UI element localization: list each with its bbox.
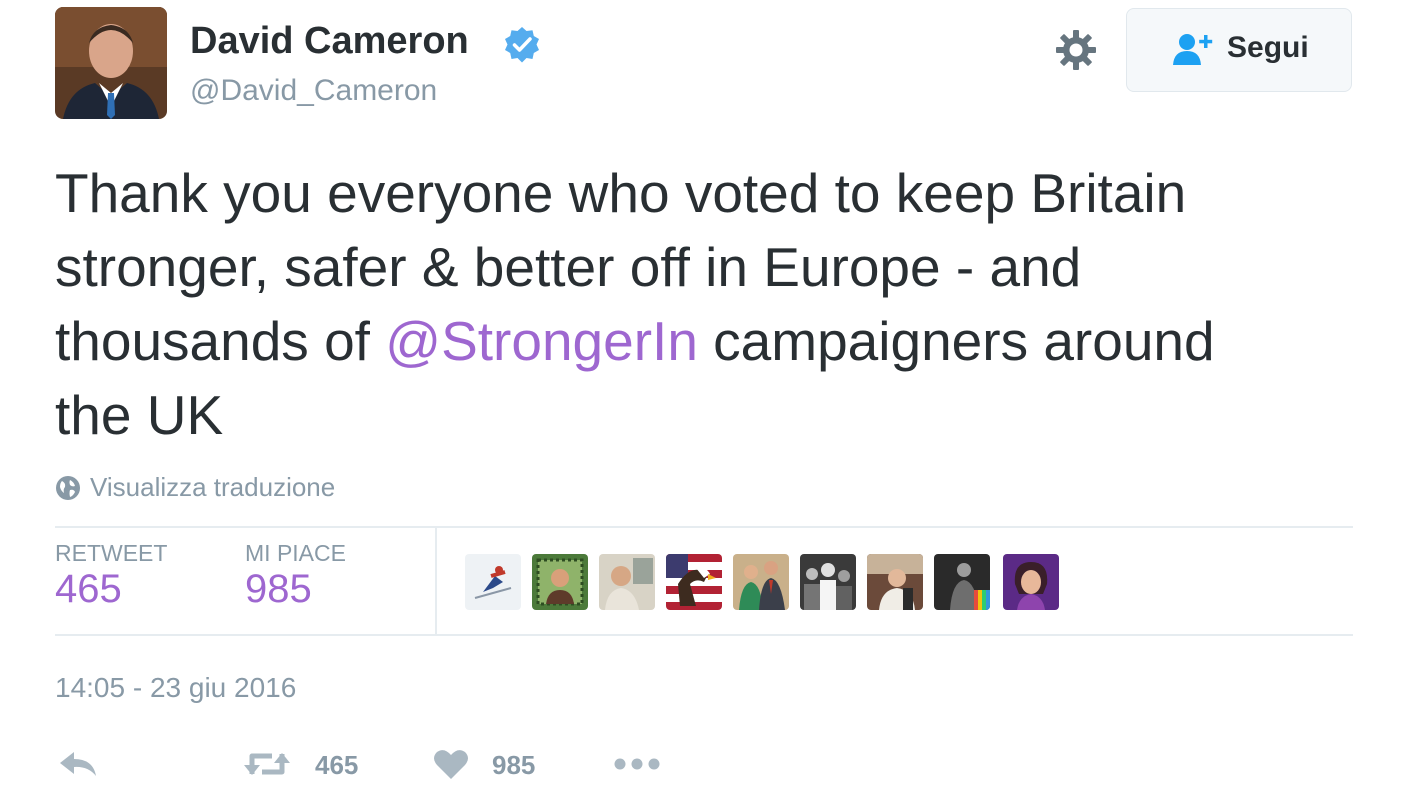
- tweet-line-2: stronger, safer & better off in Europe -…: [55, 236, 1082, 298]
- eagle-flag-avatar[interactable]: [666, 554, 722, 610]
- tweet-line-3-pre: thousands of: [55, 310, 386, 372]
- tweet-line-1: Thank you everyone who voted to keep Bri…: [55, 162, 1187, 224]
- tweet-line-3: thousands of @StrongerIn campaigners aro…: [55, 304, 1375, 378]
- retweet-icon: [244, 748, 290, 785]
- translate-label: Visualizza traduzione: [90, 472, 336, 502]
- likes-value: 985: [245, 567, 312, 611]
- retweet-count: 465: [315, 750, 359, 780]
- portrait-avatar[interactable]: [867, 554, 923, 610]
- stats-divider: [435, 528, 437, 634]
- stage-avatar[interactable]: [934, 554, 990, 610]
- crowd-bw-avatar[interactable]: [800, 554, 856, 610]
- more-button[interactable]: [612, 756, 662, 777]
- tweet-text: Thank you everyone who voted to keep Bri…: [55, 156, 1375, 452]
- skier-avatar[interactable]: [465, 554, 521, 610]
- purple-woman-avatar[interactable]: [1003, 554, 1059, 610]
- retweets-label: RETWEET: [55, 540, 168, 566]
- divider: [55, 634, 1353, 636]
- likes-stat[interactable]: MI PIACE 985: [245, 540, 346, 612]
- reply-button[interactable]: [58, 748, 98, 785]
- globe-icon: [55, 475, 81, 501]
- follow-label: Segui: [1227, 31, 1309, 64]
- timestamp[interactable]: 14:05 - 23 giu 2016: [55, 672, 296, 704]
- like-count: 985: [492, 750, 536, 780]
- profile-name[interactable]: David Cameron: [190, 20, 469, 63]
- retweets-value: 465: [55, 567, 122, 611]
- retweet-button[interactable]: 465: [244, 748, 374, 782]
- like-button[interactable]: 985: [433, 748, 553, 782]
- more-icon: [612, 758, 662, 776]
- tweet-line-4: the UK: [55, 384, 224, 446]
- profile-handle[interactable]: @David_Cameron: [190, 74, 437, 108]
- likes-label: MI PIACE: [245, 540, 346, 566]
- mention-link[interactable]: @StrongerIn: [385, 310, 698, 372]
- retweets-stat[interactable]: RETWEET 465: [55, 540, 167, 612]
- man-avatar[interactable]: [599, 554, 655, 610]
- add-user-icon: [1171, 31, 1215, 69]
- framed-portrait-avatar[interactable]: [532, 554, 588, 610]
- divider: [55, 526, 1353, 528]
- verified-badge-icon: [502, 25, 542, 65]
- gear-icon[interactable]: [1052, 26, 1100, 74]
- avatar[interactable]: [55, 7, 167, 119]
- reply-icon: [58, 752, 98, 784]
- follow-button[interactable]: Segui: [1126, 8, 1352, 92]
- tweet-line-3-post: campaigners around: [697, 310, 1215, 372]
- couple-avatar[interactable]: [733, 554, 789, 610]
- heart-icon: [433, 748, 469, 785]
